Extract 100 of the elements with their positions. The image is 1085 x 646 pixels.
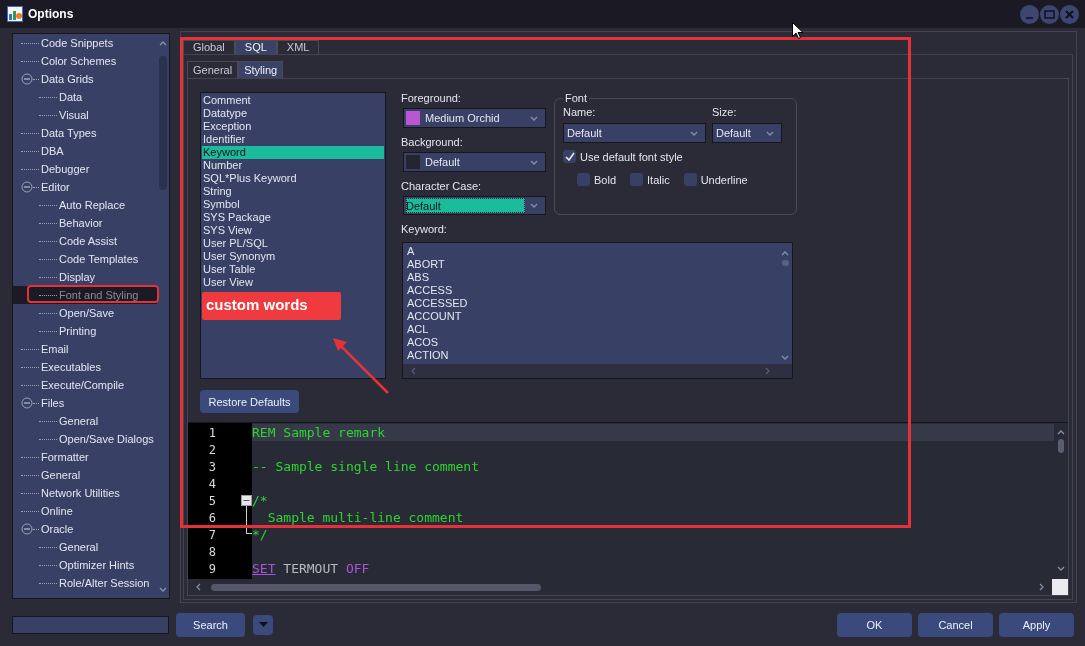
- checkbox[interactable]: Underline: [683, 173, 748, 186]
- list-item[interactable]: Exception: [202, 120, 384, 133]
- chevron-up-icon[interactable]: [1057, 430, 1065, 435]
- tree-item[interactable]: Optimizer Hints: [13, 556, 157, 574]
- tab[interactable]: General: [187, 61, 239, 78]
- font-name-dropdown[interactable]: Default: [563, 123, 706, 143]
- close-icon[interactable]: [1060, 4, 1079, 24]
- code-editor[interactable]: 1 REM Sample remark 2 3 -- Sample single line comment 4 5 /* 6 Sample multi-line comment 7 */ 8 9 SET TERMOUT OFF: [188, 422, 1068, 595]
- list-item[interactable]: User Table: [202, 263, 384, 276]
- list-item[interactable]: User View: [202, 276, 384, 289]
- list-item[interactable]: ACTION: [407, 349, 774, 362]
- line-number: 1: [207, 425, 216, 440]
- collapse-icon[interactable]: [21, 397, 33, 409]
- checkbox[interactable]: Bold: [577, 173, 617, 186]
- tree-item[interactable]: Data Grids: [13, 70, 157, 88]
- tree-item[interactable]: Oracle: [13, 520, 157, 538]
- chevron-right-icon[interactable]: [765, 367, 770, 375]
- tree-item[interactable]: Online: [13, 502, 157, 520]
- tree-item[interactable]: General: [13, 412, 157, 430]
- scrollbar-thumb[interactable]: [781, 260, 789, 266]
- scrollbar-thumb[interactable]: [1058, 439, 1064, 453]
- tree-item[interactable]: Color Schemes: [13, 52, 157, 70]
- tree-item[interactable]: Code Assist: [13, 232, 157, 250]
- list-item[interactable]: User PL/SQL: [202, 237, 384, 250]
- dialog-button[interactable]: Cancel: [918, 612, 993, 637]
- tab[interactable]: SQL: [234, 40, 277, 54]
- tree-item[interactable]: Network Utilities: [13, 484, 157, 502]
- scrollbar-thumb[interactable]: [211, 583, 541, 591]
- collapse-icon[interactable]: [21, 523, 33, 535]
- list-item[interactable]: ACCESSED: [407, 297, 774, 310]
- color-dropdown[interactable]: Default: [403, 152, 546, 172]
- list-item[interactable]: User Synonym: [202, 250, 384, 263]
- tree-item[interactable]: Data Types: [13, 124, 157, 142]
- dropdown-button[interactable]: [253, 614, 273, 635]
- list-item[interactable]: ACL: [407, 323, 774, 336]
- list-item[interactable]: SQL*Plus Keyword: [202, 172, 384, 185]
- collapse-icon[interactable]: [21, 181, 33, 193]
- tree-item[interactable]: Auto Replace: [13, 196, 157, 214]
- tree-item[interactable]: Printing: [13, 322, 157, 340]
- tree-item[interactable]: Email: [13, 340, 157, 358]
- maximize-icon[interactable]: [1040, 4, 1059, 24]
- tab[interactable]: Styling: [238, 61, 284, 78]
- list-item[interactable]: A: [407, 245, 774, 258]
- tree-item[interactable]: Code Snippets: [13, 34, 157, 52]
- chevron-left-icon[interactable]: [411, 367, 416, 375]
- chevron-up-icon[interactable]: [159, 41, 167, 46]
- chevron-left-icon[interactable]: [196, 583, 201, 591]
- list-item[interactable]: Keyword: [202, 146, 384, 159]
- collapse-icon[interactable]: [21, 73, 33, 85]
- chevron-up-icon[interactable]: [781, 251, 789, 256]
- dialog-button[interactable]: Apply: [999, 612, 1074, 637]
- line-number: 6: [207, 510, 216, 525]
- code-line: REM Sample remark: [252, 425, 386, 440]
- tree-item[interactable]: General: [13, 466, 157, 484]
- dialog-button[interactable]: OK: [837, 612, 912, 637]
- tree-item[interactable]: Code Templates: [13, 250, 157, 268]
- list-item[interactable]: ACOS: [407, 336, 774, 349]
- chevron-right-icon[interactable]: [1039, 583, 1044, 591]
- search-button[interactable]: Search: [176, 612, 245, 637]
- list-item[interactable]: ABS: [407, 271, 774, 284]
- tree-item[interactable]: Open/Save Dialogs: [13, 430, 157, 448]
- search-field[interactable]: [12, 615, 169, 634]
- chevron-down-icon[interactable]: [159, 587, 167, 592]
- color-dropdown[interactable]: Medium Orchid: [403, 108, 546, 128]
- tree-item[interactable]: Execute/Compile: [13, 376, 157, 394]
- tree-item[interactable]: DBA: [13, 142, 157, 160]
- list-item[interactable]: ABORT: [407, 258, 774, 271]
- tree-item[interactable]: Debugger: [13, 160, 157, 178]
- tree-item[interactable]: Behavior: [13, 214, 157, 232]
- tree-item[interactable]: General: [13, 538, 157, 556]
- list-item[interactable]: SYS View: [202, 224, 384, 237]
- list-item[interactable]: Comment: [202, 94, 384, 107]
- tab[interactable]: XML: [276, 40, 320, 54]
- list-item[interactable]: Identifier: [202, 133, 384, 146]
- tree-item[interactable]: Display: [13, 268, 157, 286]
- font-size-dropdown[interactable]: Default: [712, 123, 782, 143]
- list-item[interactable]: Symbol: [202, 198, 384, 211]
- list-item[interactable]: ACCESS: [407, 284, 774, 297]
- tree-item[interactable]: Executables: [13, 358, 157, 376]
- list-item[interactable]: Number: [202, 159, 384, 172]
- tree-item[interactable]: Open/Save: [13, 304, 157, 322]
- chevron-down-icon[interactable]: [1057, 566, 1065, 571]
- list-item[interactable]: String: [202, 185, 384, 198]
- list-item[interactable]: ACCOUNT: [407, 310, 774, 323]
- collapse-icon[interactable]: [241, 495, 252, 506]
- tree-item[interactable]: Data: [13, 88, 157, 106]
- tree-item[interactable]: Files: [13, 394, 157, 412]
- tree-item[interactable]: Editor: [13, 178, 157, 196]
- checkbox[interactable]: Italic: [630, 173, 670, 186]
- list-item[interactable]: SYS Package: [202, 211, 384, 224]
- checkbox[interactable]: Use default font style: [563, 150, 788, 163]
- tree-item[interactable]: Formatter: [13, 448, 157, 466]
- list-item[interactable]: Datatype: [202, 107, 384, 120]
- case-dropdown[interactable]: Default: [403, 196, 546, 215]
- minimize-icon[interactable]: [1020, 4, 1039, 24]
- tree-item[interactable]: Role/Alter Session: [13, 574, 157, 592]
- tree-item[interactable]: Visual: [13, 106, 157, 124]
- tab[interactable]: Global: [183, 40, 235, 54]
- chevron-down-icon[interactable]: [781, 355, 789, 360]
- restore-defaults-button[interactable]: Restore Defaults: [200, 390, 299, 413]
